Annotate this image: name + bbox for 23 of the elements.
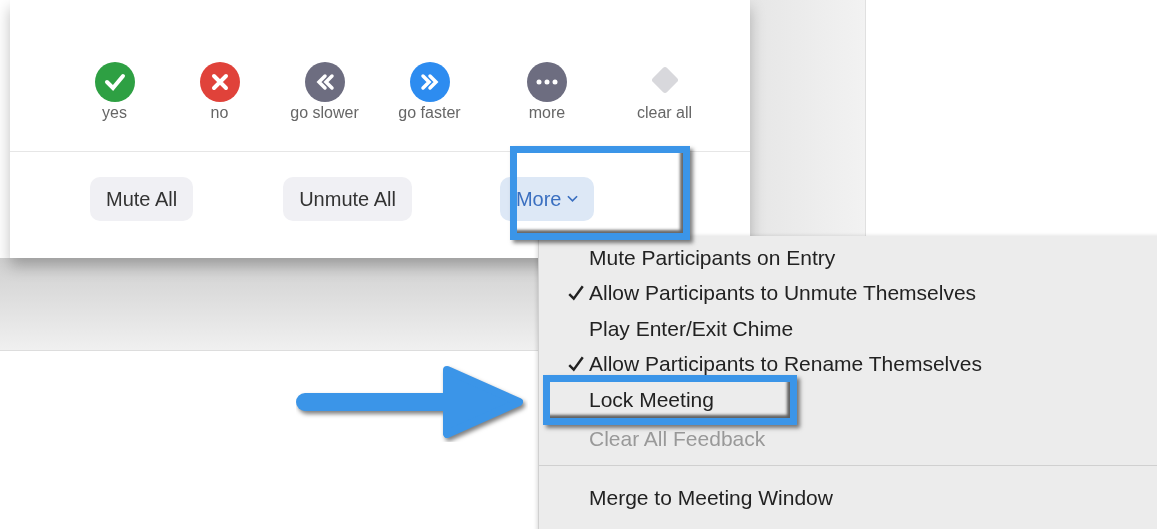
feedback-label: go slower [290,104,359,122]
menu-item[interactable]: Lock Meeting [539,382,1157,418]
action-button[interactable]: Unmute All [283,177,412,221]
feedback-label: yes [102,104,127,122]
feedback-label: go faster [398,104,461,122]
checkmark-icon [567,355,585,374]
action-button[interactable]: Mute All [90,177,194,221]
feedback-label: more [528,104,566,122]
fast-forward-icon[interactable] [409,62,450,102]
close-icon[interactable] [199,62,240,102]
menu-item[interactable]: Merge to Meeting Window [539,480,1157,516]
menu-item[interactable]: Mute Participants on Entry [539,240,1157,276]
check-icon[interactable] [94,62,135,102]
more-dropdown-button[interactable]: More [499,177,595,221]
more-icon[interactable] [527,62,567,102]
menu-item[interactable]: Allow Participants to Rename Themselves [539,346,1157,382]
chevron-icon [567,195,579,203]
menu-item[interactable]: Play Enter/Exit Chime [539,311,1157,347]
checkmark-icon [567,284,585,303]
menu-item[interactable]: Allow Participants to Unmute Themselves [539,275,1157,311]
rewind-icon[interactable] [304,62,345,102]
feedback-label: clear all [636,104,693,122]
feedback-label: no [210,104,229,122]
